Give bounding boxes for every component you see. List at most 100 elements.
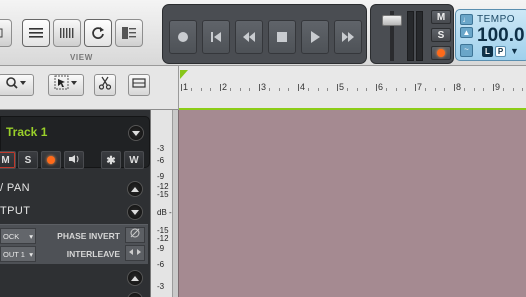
- master-record-button[interactable]: [431, 46, 451, 60]
- tempo-value[interactable]: 100.0: [477, 25, 525, 47]
- ruler-beat-tick: [278, 88, 280, 91]
- track-mute-button[interactable]: M: [0, 151, 16, 169]
- master-fader-handle[interactable]: [382, 15, 402, 26]
- tempo-p-button[interactable]: P: [495, 46, 506, 57]
- ruler-beat-tick: [434, 88, 436, 91]
- track-inspector: Track 1 M S ✱ W / PAN TPUT OCK ▾ OUT 1 ▾…: [0, 110, 150, 297]
- arrange-area[interactable]: [178, 110, 526, 297]
- track-record-arm-button[interactable]: [41, 151, 61, 169]
- section-expand-button[interactable]: [127, 270, 143, 286]
- track-name[interactable]: Track 1: [6, 125, 47, 139]
- chevron-up-icon: [131, 275, 139, 281]
- tempo-up-icon[interactable]: ▲: [460, 27, 473, 38]
- track-freeze-button[interactable]: ✱: [101, 151, 121, 169]
- transport-panel: [162, 4, 367, 64]
- ruler-beat-tick: [483, 88, 485, 91]
- left-level-meter: [407, 11, 414, 61]
- master-solo-button[interactable]: S: [431, 28, 451, 42]
- ruler-beat-tick: [463, 88, 465, 91]
- fast-forward-icon: [340, 30, 356, 44]
- ruler-bar-number: 1: [183, 82, 189, 92]
- dropdown-arrow-icon: ▾: [29, 231, 33, 241]
- ruler-beat-tick: [346, 88, 348, 91]
- track-menu-button[interactable]: [128, 125, 144, 141]
- ruler-beat-tick: [405, 88, 407, 91]
- interleave-button[interactable]: [125, 245, 145, 261]
- track-header: Track 1 M S ✱ W: [0, 116, 150, 169]
- timeline-ruler[interactable]: 1 2 3 4 5 6 7 8 9: [178, 66, 526, 110]
- zoom-tool-button[interactable]: [0, 74, 34, 96]
- phase-invert-icon: [129, 226, 141, 244]
- fast-forward-button[interactable]: [334, 20, 362, 54]
- master-mute-button[interactable]: M: [431, 10, 451, 24]
- level-scale-label: -6: [157, 260, 165, 269]
- level-scale-label: dB -: [157, 208, 172, 217]
- output-expand-button[interactable]: [127, 204, 143, 220]
- track-solo-button[interactable]: S: [18, 151, 38, 169]
- range-tool-button[interactable]: [128, 74, 150, 96]
- split-tool-button[interactable]: [94, 74, 116, 96]
- ruler-beat-tick: [366, 88, 368, 91]
- arrow-select-icon: [54, 75, 78, 96]
- level-scale-label: -6: [157, 156, 165, 165]
- loop-view-icon: [90, 25, 106, 41]
- ruler-beat-tick: [317, 88, 319, 91]
- ruler-bar-tick: [220, 84, 221, 91]
- ruler-beat-tick: [268, 88, 270, 91]
- ruler-beat-tick: [356, 88, 358, 91]
- ruler-bar-tick: [454, 84, 455, 91]
- play-icon: [308, 30, 322, 44]
- ruler-bar-tick: [376, 84, 377, 91]
- magnifier-icon: [5, 76, 27, 95]
- loop-start-marker[interactable]: [180, 70, 188, 79]
- input-dropdown-value: OCK: [3, 231, 20, 241]
- previous-toolbar-button[interactable]: [0, 19, 12, 47]
- record-arm-icon: [437, 49, 445, 57]
- ruler-beat-tick: [229, 88, 231, 91]
- volume-pan-expand-button[interactable]: [127, 181, 143, 197]
- browser-view-button[interactable]: [115, 19, 143, 47]
- level-scale-label: -9: [157, 244, 165, 253]
- chevron-down-icon: [132, 130, 140, 136]
- interleave-icon: [128, 244, 142, 262]
- volume-pan-section-label: / PAN: [0, 182, 30, 194]
- chevron-up-icon: [131, 186, 139, 192]
- output-section-label: TPUT: [0, 205, 31, 217]
- ruler-bar-tick: [493, 84, 494, 91]
- phase-invert-button[interactable]: [125, 227, 145, 243]
- track-monitor-button[interactable]: [64, 151, 84, 169]
- ruler-bar-number: 7: [417, 82, 423, 92]
- list-view-icon: [28, 26, 44, 40]
- record-button[interactable]: [169, 20, 197, 54]
- rewind-button[interactable]: [235, 20, 263, 54]
- stop-button[interactable]: [268, 20, 296, 54]
- output-dropdown[interactable]: OUT 1 ▾: [0, 246, 36, 262]
- section-expand-button-2[interactable]: [127, 292, 143, 297]
- ruler-beat-tick: [424, 88, 426, 91]
- mixer-view-button[interactable]: [53, 19, 81, 47]
- tempo-l-button[interactable]: L: [482, 46, 493, 57]
- ruler-bar-number: 5: [339, 82, 345, 92]
- select-tool-button[interactable]: [48, 74, 84, 96]
- ruler-bar-tick: [181, 84, 182, 91]
- loop-view-button[interactable]: [84, 19, 112, 47]
- metronome-icon[interactable]: ♩: [460, 14, 473, 25]
- waveform-icon[interactable]: ~: [460, 44, 473, 57]
- ruler-bar-tick: [415, 84, 416, 91]
- interleave-label: INTERLEAVE: [66, 249, 120, 259]
- play-button[interactable]: [301, 20, 329, 54]
- ruler-bar-number: 8: [456, 82, 462, 92]
- ruler-beat-tick: [395, 88, 397, 91]
- track-write-automation-button[interactable]: W: [124, 151, 144, 169]
- chevron-down-icon: [131, 209, 139, 215]
- tempo-display: ♩ ▲ TEMPO 100.0 ~ L P ▼: [455, 9, 526, 61]
- ruler-beat-tick: [385, 88, 387, 91]
- list-view-button[interactable]: [22, 19, 50, 47]
- rewind-to-start-button[interactable]: [202, 20, 230, 54]
- speaker-icon: [68, 154, 80, 167]
- ruler-bar-number: 4: [300, 82, 306, 92]
- ruler-beat-tick: [288, 88, 290, 91]
- ruler-bar-tick: [337, 84, 338, 91]
- tempo-down-icon[interactable]: ▼: [510, 46, 519, 56]
- input-dropdown[interactable]: OCK ▾: [0, 228, 36, 244]
